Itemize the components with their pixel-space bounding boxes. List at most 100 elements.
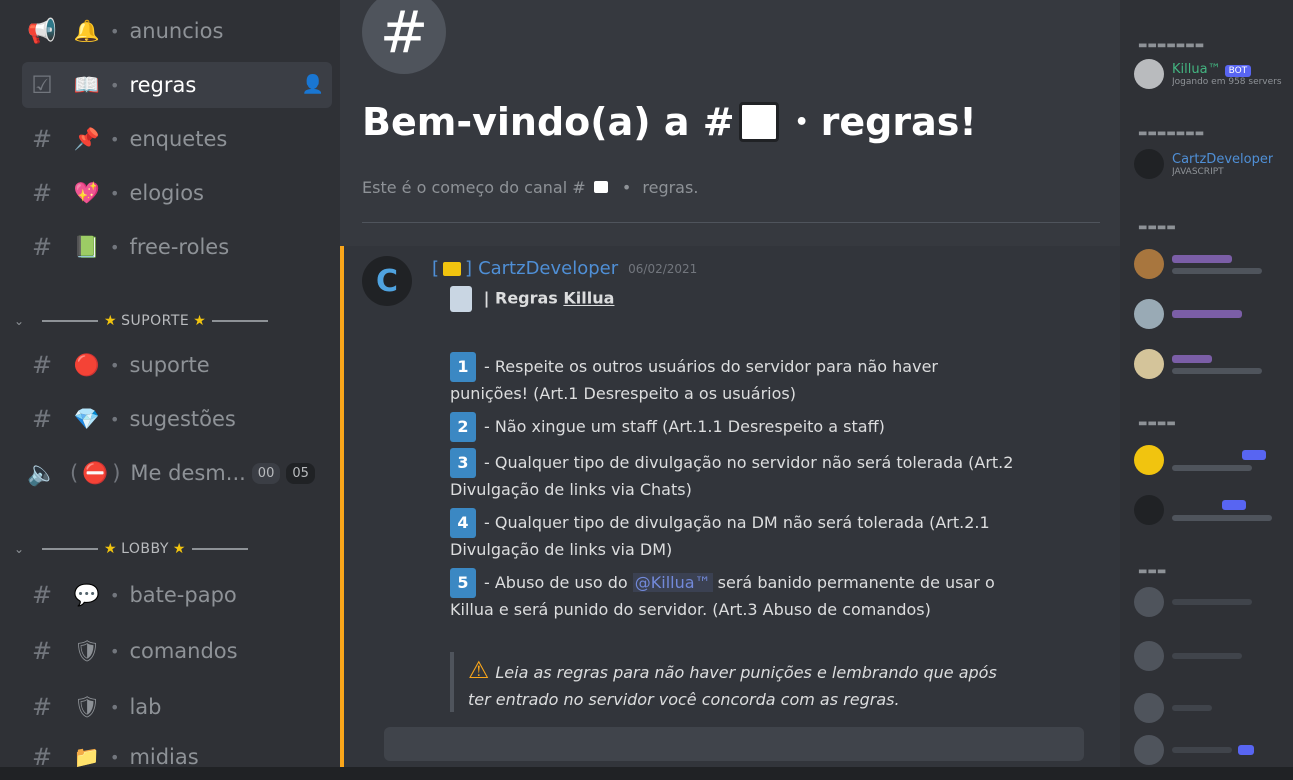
channel-bate-papo[interactable]: # 💬 • bate-papo — [22, 572, 332, 618]
member-name-redacted — [1172, 254, 1232, 263]
member-bot-2[interactable] — [1134, 488, 1284, 532]
avatar — [1134, 249, 1164, 279]
member-status-redacted — [1172, 514, 1272, 521]
shield-icon: 🛡 — [73, 694, 101, 719]
folder-icon: 📁 — [73, 744, 101, 769]
separator-dot: • — [621, 178, 632, 197]
author-name[interactable]: CartzDeveloper — [478, 258, 618, 279]
channel-enquetes[interactable]: # 📌 • enquetes — [22, 116, 332, 162]
pushpin-icon: 📌 — [73, 126, 101, 151]
chevron-down-icon: ⌄ — [14, 542, 25, 556]
member-cartzdeveloper[interactable]: CartzDeveloper JAVASCRIPT — [1134, 142, 1284, 186]
member-offline-3[interactable] — [1134, 686, 1284, 730]
member-status-redacted — [1172, 464, 1252, 471]
rule-item: 2 - Não xingue um staff (Art.1.1 Desrespe… — [450, 412, 1020, 442]
channel-lab[interactable]: # 🛡 • lab — [22, 684, 332, 730]
member-name-redacted — [1172, 599, 1252, 605]
role-header-staff: ▬▬▬▬ — [1138, 222, 1176, 233]
member-name-redacted — [1172, 354, 1212, 363]
member-killua[interactable]: Killua™ BOT Jogando em 958 servers — [1134, 52, 1284, 96]
member-info — [1172, 449, 1266, 471]
avatar — [1134, 641, 1164, 671]
rule-text: - Qualquer tipo de divulgação na DM não … — [450, 513, 990, 559]
author-bracket-left: [ — [432, 258, 440, 279]
member-offline-4[interactable] — [1134, 728, 1284, 772]
invite-member-icon[interactable]: 👤 — [302, 74, 324, 95]
message-input[interactable] — [384, 727, 1084, 761]
channel-name: elogios — [129, 181, 204, 205]
channel-name: anuncios — [129, 19, 224, 43]
hash-icon: # — [31, 637, 53, 665]
crown-icon — [443, 261, 462, 276]
channel-free-roles[interactable]: # 📗 • free-roles — [22, 224, 332, 270]
message-header: [ ] CartzDeveloper 06/02/2021 — [432, 258, 697, 279]
channel-name: bate-papo — [129, 583, 237, 607]
keycap-number-icon: 5 — [450, 568, 476, 598]
channel-elogios[interactable]: # 💖 • elogios — [22, 170, 332, 216]
rules-title: | Regras Killua — [450, 286, 1020, 312]
channel-suporte[interactable]: # 🔴 • suporte — [22, 342, 332, 388]
book-icon: 📖 — [73, 72, 101, 97]
member-list: ▬▬▬▬▬▬▬ Killua™ BOT Jogando em 958 server… — [1120, 0, 1293, 767]
channel-midias[interactable]: # 📁 • midias — [22, 734, 332, 780]
member-info — [1172, 254, 1262, 274]
channel-sugestoes[interactable]: # 💎 • sugestões — [22, 396, 332, 442]
category-suporte[interactable]: ⌄ ★ SUPORTE ★ — [14, 306, 274, 336]
channel-comandos[interactable]: # 🛡 • comandos — [22, 628, 332, 674]
hash-icon: # — [31, 351, 53, 379]
divider-line — [42, 548, 98, 550]
author-avatar[interactable]: C — [362, 256, 412, 306]
member-staff-3[interactable] — [1134, 342, 1284, 386]
hash-icon: # — [31, 693, 53, 721]
member-name: Killua™ BOT — [1172, 62, 1282, 77]
warning-text: Leia as regras para não haver punições e… — [468, 663, 997, 709]
member-name-redacted — [1172, 747, 1232, 753]
bell-icon: 🔔 — [73, 18, 101, 43]
rule-item: 4- Qualquer tipo de divulgação na DM não… — [450, 508, 1020, 562]
member-staff-1[interactable] — [1134, 242, 1284, 286]
member-staff-2[interactable] — [1134, 292, 1284, 336]
book-icon — [738, 102, 779, 142]
voice-channel-me-desmute[interactable]: 🔈 ( ⛔ ) Me desm... 00 05 — [22, 450, 332, 496]
separator-dot: • — [110, 747, 120, 767]
message-body: | Regras Killua 1- Respeite os outros us… — [450, 286, 1020, 712]
shield-icon: 🛡 — [73, 638, 101, 663]
member-offline-2[interactable] — [1134, 634, 1284, 678]
avatar — [1134, 495, 1164, 525]
divider-line — [191, 548, 248, 550]
member-status: JAVASCRIPT — [1172, 166, 1224, 177]
divider-line — [212, 320, 269, 322]
rule-item: 3- Qualquer tipo de divulgação no servid… — [450, 448, 1020, 502]
rules-title-text: | Regras — [483, 288, 558, 308]
hash-icon: # — [31, 125, 53, 153]
member-name-redacted — [1172, 705, 1212, 711]
avatar — [1134, 735, 1164, 765]
channel-anuncios[interactable]: 📢 🔔 • anuncios — [22, 8, 332, 54]
member-status-redacted — [1172, 367, 1262, 374]
channel-name: Me desm... — [130, 461, 246, 485]
user-count-badge: 00 — [251, 462, 281, 484]
killua-mention[interactable]: @Killua™ — [632, 573, 713, 592]
no-entry-icon: ⛔ — [82, 460, 109, 485]
channel-sidebar: 📢 🔔 • anuncios ☑ 📖 • regras 👤 # 📌 • enqu… — [0, 0, 340, 771]
member-bot-1[interactable] — [1134, 438, 1284, 482]
rule-text: - Não xingue um staff (Art.1.1 Desrespei… — [484, 417, 885, 436]
rules-icon: ☑ — [31, 71, 53, 99]
keycap-number-icon: 2 — [450, 412, 476, 442]
bot-badge-redacted — [1242, 449, 1266, 460]
welcome-title-suffix: regras! — [820, 100, 977, 144]
channel-name: enquetes — [129, 127, 228, 151]
separator-dot: • — [794, 109, 809, 135]
separator-dot: • — [110, 585, 120, 605]
avatar — [1134, 299, 1164, 329]
bot-badge: BOT — [1224, 64, 1252, 77]
category-lobby[interactable]: ⌄ ★ LOBBY ★ — [14, 534, 254, 564]
warning-icon: ⚠ — [468, 656, 490, 684]
star-icon: ★ — [193, 313, 207, 329]
welcome-sub-prefix: Este é o começo do canal # — [362, 178, 586, 197]
member-offline-1[interactable] — [1134, 580, 1284, 624]
bot-badge-redacted — [1238, 745, 1254, 755]
chevron-down-icon: ⌄ — [14, 314, 25, 328]
member-name-redacted — [1172, 653, 1242, 659]
channel-regras[interactable]: ☑ 📖 • regras 👤 — [22, 62, 332, 108]
